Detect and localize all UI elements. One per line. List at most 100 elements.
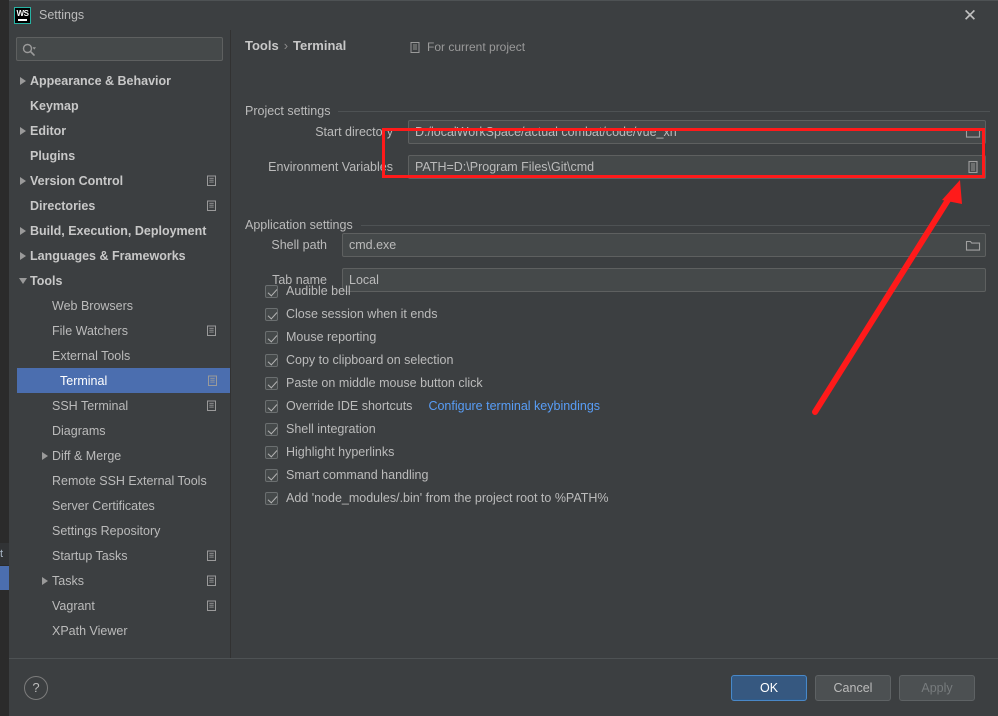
checkbox-label: Copy to clipboard on selection <box>286 353 454 367</box>
dialog-footer: ? OK Cancel Apply <box>9 658 998 716</box>
checkbox-row[interactable]: Audible bell <box>265 284 351 298</box>
breadcrumb-separator: › <box>283 38 289 53</box>
sidebar-item-label: Build, Execution, Deployment <box>30 223 207 238</box>
chevron-right-icon[interactable] <box>17 74 30 87</box>
checkbox-checked-icon[interactable] <box>265 307 278 321</box>
cancel-button[interactable]: Cancel <box>815 675 891 701</box>
tab-name-row: Tab name <box>245 251 990 292</box>
sidebar-item-server-certificates[interactable]: Server Certificates <box>9 493 230 518</box>
sidebar-item-version-control[interactable]: Version Control <box>9 168 230 193</box>
tab-name-input[interactable] <box>342 268 986 292</box>
project-scope-icon <box>205 574 218 587</box>
sidebar-item-tools[interactable]: Tools <box>9 268 230 293</box>
checkbox-checked-icon[interactable] <box>265 376 278 390</box>
checkbox-row[interactable]: Close session when it ends <box>265 307 437 321</box>
checkbox-label: Add 'node_modules/.bin' from the project… <box>286 491 609 505</box>
sidebar-item-label: Web Browsers <box>52 298 134 313</box>
chevron-right-icon[interactable] <box>17 124 30 137</box>
checkbox-checked-icon[interactable] <box>265 353 278 367</box>
sidebar-item-label: Appearance & Behavior <box>30 73 172 88</box>
configure-terminal-keybindings-link[interactable]: Configure terminal keybindings <box>428 399 600 413</box>
checkbox-checked-icon[interactable] <box>265 422 278 436</box>
checkbox-row[interactable]: Add 'node_modules/.bin' from the project… <box>265 491 609 505</box>
sidebar-item-file-watchers[interactable]: File Watchers <box>9 318 230 343</box>
sidebar-item-external-tools[interactable]: External Tools <box>9 343 230 368</box>
apply-button[interactable]: Apply <box>899 675 975 701</box>
sidebar-item-web-browsers[interactable]: Web Browsers <box>9 293 230 318</box>
edit-variables-icon[interactable] <box>965 159 981 175</box>
sidebar-item-label: Keymap <box>30 98 79 113</box>
sidebar-item-vagrant[interactable]: Vagrant <box>9 593 230 618</box>
sidebar-item-label: Terminal <box>60 373 108 388</box>
checkbox-row[interactable]: Mouse reporting <box>265 330 376 344</box>
sidebar-item-startup-tasks[interactable]: Startup Tasks <box>9 543 230 568</box>
sidebar-item-terminal[interactable]: Terminal <box>17 368 230 393</box>
checkbox-checked-icon[interactable] <box>265 330 278 344</box>
checkbox-row[interactable]: Paste on middle mouse button click <box>265 376 483 390</box>
sidebar-item-label: Tools <box>30 273 63 288</box>
sidebar-item-languages-frameworks[interactable]: Languages & Frameworks <box>9 243 230 268</box>
ok-button[interactable]: OK <box>731 675 807 701</box>
sidebar-item-xpath-viewer[interactable]: XPath Viewer <box>9 618 230 643</box>
ide-background-sliver: t <box>0 0 9 716</box>
checkbox-label: Mouse reporting <box>286 330 377 344</box>
sidebar-item-plugins[interactable]: Plugins <box>9 143 230 168</box>
checkbox-row[interactable]: Smart command handling <box>265 468 428 482</box>
checkbox-label: Highlight hyperlinks <box>286 445 395 459</box>
sidebar-item-ssh-terminal[interactable]: SSH Terminal <box>9 393 230 418</box>
checkbox-row[interactable]: Copy to clipboard on selection <box>265 353 453 367</box>
sidebar-item-remote-ssh-external-tools[interactable]: Remote SSH External Tools <box>9 468 230 493</box>
checkbox-row[interactable]: Override IDE shortcuts Configure terminal… <box>265 399 600 413</box>
sidebar-item-label: Remote SSH External Tools <box>52 473 207 488</box>
sidebar-item-directories[interactable]: Directories <box>9 193 230 218</box>
checkbox-checked-icon[interactable] <box>265 399 278 413</box>
sidebar-item-tasks[interactable]: Tasks <box>9 568 230 593</box>
search-input[interactable] <box>41 38 221 60</box>
sidebar-item-label: SSH Terminal <box>52 398 129 413</box>
checkbox-checked-icon[interactable] <box>265 445 278 459</box>
settings-sidebar: Appearance & Behavior Keymap Editor Plugins… <box>9 30 231 658</box>
sidebar-item-diagrams[interactable]: Diagrams <box>9 418 230 443</box>
environment-variables-input[interactable] <box>408 155 986 179</box>
checkbox-row[interactable]: Shell integration <box>265 422 376 436</box>
search-box[interactable] <box>16 37 223 61</box>
sidebar-item-label: Diagrams <box>52 423 106 438</box>
checkbox-checked-icon[interactable] <box>265 284 278 298</box>
breadcrumb-root[interactable]: Tools <box>245 38 279 53</box>
sidebar-item-settings-repository[interactable]: Settings Repository <box>9 518 230 543</box>
chevron-right-icon[interactable] <box>17 224 30 237</box>
help-button[interactable]: ? <box>24 676 48 700</box>
sidebar-item-editor[interactable]: Editor <box>9 118 230 143</box>
sidebar-item-appearance-behavior[interactable]: Appearance & Behavior <box>9 68 230 93</box>
chevron-right-icon[interactable] <box>17 249 30 262</box>
start-directory-row: Start directory <box>245 103 990 144</box>
sidebar-item-build-execution-deployment[interactable]: Build, Execution, Deployment <box>9 218 230 243</box>
checkbox-checked-icon[interactable] <box>265 491 278 505</box>
close-icon[interactable]: ✕ <box>960 6 980 26</box>
sidebar-item-keymap[interactable]: Keymap <box>9 93 230 118</box>
settings-dialog-screen: t WS Settings ✕ Appearance & Behavior Ke… <box>0 0 998 716</box>
ide-background-selection <box>0 566 9 590</box>
sidebar-item-label: Startup Tasks <box>52 548 128 563</box>
checkbox-row[interactable]: Highlight hyperlinks <box>265 445 394 459</box>
sidebar-item-label: Languages & Frameworks <box>30 248 186 263</box>
checkbox-checked-icon[interactable] <box>265 468 278 482</box>
chevron-right-icon[interactable] <box>39 574 52 587</box>
sidebar-item-label: Settings Repository <box>52 523 161 538</box>
chevron-right-icon[interactable] <box>39 449 52 462</box>
chevron-down-icon[interactable] <box>17 274 30 287</box>
settings-content: Tools › Terminal For current project Proje… <box>231 30 998 658</box>
search-icon <box>21 42 37 58</box>
sidebar-item-diff-merge[interactable]: Diff & Merge <box>9 443 230 468</box>
checkbox-label: Close session when it ends <box>286 307 438 321</box>
chevron-right-icon[interactable] <box>17 174 30 187</box>
sidebar-item-label: Tasks <box>52 573 84 588</box>
webstorm-logo-bar <box>18 19 27 21</box>
